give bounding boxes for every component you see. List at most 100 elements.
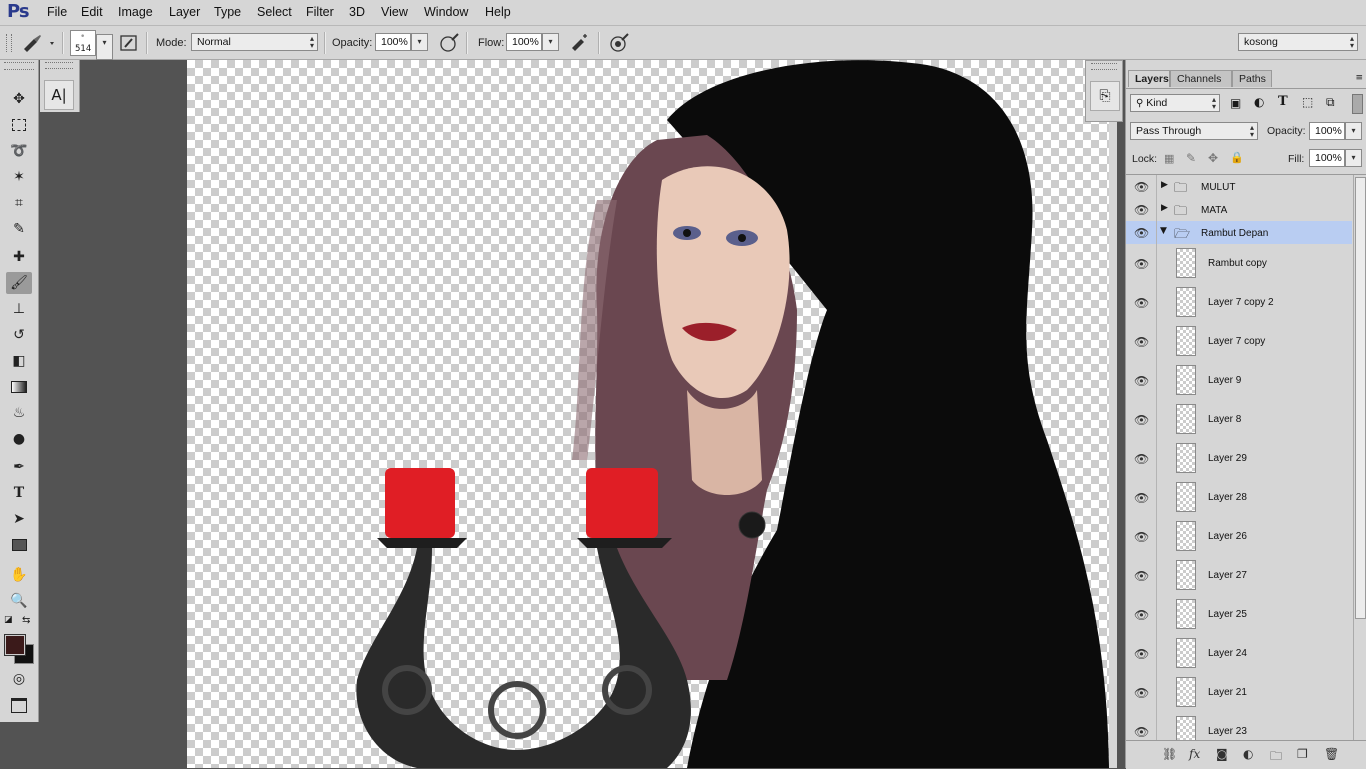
path-selection-tool[interactable]: ➤ xyxy=(6,508,32,530)
blur-tool[interactable]: ♨ xyxy=(6,402,32,424)
history-brush-tool[interactable]: ↺ xyxy=(6,324,32,346)
dodge-tool[interactable]: ● xyxy=(6,428,32,450)
visibility-eye-icon[interactable]: 👁 xyxy=(1134,452,1149,466)
blend-mode-select[interactable]: Pass Through ▴ ▾ xyxy=(1130,122,1258,140)
brush-panel-toggle[interactable] xyxy=(119,33,139,53)
flow-dropdown[interactable]: ▾ xyxy=(542,33,559,51)
visibility-eye-icon[interactable]: 👁 xyxy=(1134,608,1149,622)
image-filter-icon[interactable]: ▣ xyxy=(1230,96,1241,110)
fill-dropdown[interactable]: ▾ xyxy=(1345,149,1362,167)
brush-size-preview[interactable]: 514 • xyxy=(70,30,96,56)
pressure-opacity-toggle[interactable] xyxy=(438,32,460,54)
default-colors-icon[interactable]: ◪ xyxy=(4,615,13,625)
lock-all-icon[interactable]: 🔒 xyxy=(1230,151,1244,164)
layer-opacity-input[interactable]: 100% xyxy=(1309,122,1345,140)
visibility-eye-icon[interactable]: 👁 xyxy=(1134,296,1149,310)
visibility-eye-icon[interactable]: 👁 xyxy=(1134,569,1149,583)
new-layer-icon[interactable]: ❐ xyxy=(1297,747,1308,761)
layer-group-mata[interactable]: 👁 ▶ 🗀 MATA xyxy=(1126,198,1352,222)
menu-filter[interactable]: Filter xyxy=(306,5,334,19)
expand-arrow-icon[interactable]: ▶ xyxy=(1161,180,1168,190)
menu-select[interactable]: Select xyxy=(257,5,292,19)
adjustment-icon[interactable]: ◐ xyxy=(1243,747,1253,761)
tab-channels[interactable]: Channels xyxy=(1170,70,1232,87)
tool-preset-picker[interactable] xyxy=(20,33,56,53)
visibility-eye-icon[interactable]: 👁 xyxy=(1134,335,1149,349)
visibility-eye-icon[interactable]: 👁 xyxy=(1134,257,1149,271)
layer-row[interactable]: 👁 Layer 23 xyxy=(1126,712,1352,740)
visibility-eye-icon[interactable]: 👁 xyxy=(1134,725,1149,739)
magic-wand-tool[interactable]: ✶ xyxy=(6,166,32,188)
menu-window[interactable]: Window xyxy=(424,5,468,19)
swap-colors-icon[interactable]: ⇆ xyxy=(22,615,30,626)
opacity-dropdown[interactable]: ▾ xyxy=(411,33,428,51)
airbrush-toggle[interactable] xyxy=(569,32,591,54)
layer-row[interactable]: 👁 Layer 24 xyxy=(1126,634,1352,674)
panel-menu-icon[interactable]: ≡ xyxy=(1355,73,1363,83)
brush-picker-dropdown[interactable]: ▾ xyxy=(96,34,113,60)
visibility-eye-icon[interactable]: 👁 xyxy=(1134,203,1149,217)
adjustment-filter-icon[interactable]: ◐ xyxy=(1254,95,1264,109)
layer-row[interactable]: 👁 Layer 7 copy xyxy=(1126,322,1352,362)
layer-filter-select[interactable]: ⚲ Kind ▴ ▾ xyxy=(1130,94,1220,112)
lock-position-icon[interactable]: ✥ xyxy=(1208,151,1218,165)
visibility-eye-icon[interactable]: 👁 xyxy=(1134,530,1149,544)
lasso-tool[interactable]: ➰ xyxy=(6,140,32,162)
type-tool[interactable]: T xyxy=(6,482,32,504)
visibility-eye-icon[interactable]: 👁 xyxy=(1134,686,1149,700)
eraser-tool[interactable]: ◧ xyxy=(6,350,32,372)
screen-mode-tool[interactable] xyxy=(6,694,32,716)
expand-arrow-icon[interactable]: ▶ xyxy=(1161,203,1168,213)
workspace-select[interactable]: kosong ▴ ▾ xyxy=(1238,33,1358,51)
tab-layers[interactable]: Layers xyxy=(1128,70,1170,87)
visibility-eye-icon[interactable]: 👁 xyxy=(1134,374,1149,388)
menu-edit[interactable]: Edit xyxy=(81,5,103,19)
flow-input[interactable]: 100% xyxy=(506,33,542,51)
document-canvas[interactable] xyxy=(187,60,1109,768)
gradient-tool[interactable] xyxy=(6,376,32,398)
pen-tool[interactable]: ✒ xyxy=(6,456,32,478)
canvas-scrollbar[interactable] xyxy=(1109,60,1117,768)
layer-group-rambut-depan[interactable]: 👁 ▼ 🗁 Rambut Depan xyxy=(1126,221,1352,245)
layer-list-scrollbar[interactable] xyxy=(1353,175,1366,740)
clone-stamp-tool[interactable]: ⊥ xyxy=(6,298,32,320)
mode-select[interactable]: Normal ▴ ▾ xyxy=(191,33,318,51)
link-icon[interactable]: ⛓ xyxy=(1162,747,1177,761)
layer-row[interactable]: 👁 Layer 28 xyxy=(1126,478,1352,518)
hand-tool[interactable]: ✋ xyxy=(6,564,32,586)
trash-icon[interactable]: 🗑 xyxy=(1324,747,1339,761)
tab-paths[interactable]: Paths xyxy=(1232,70,1272,87)
zoom-tool[interactable]: 🔍 xyxy=(6,590,32,612)
visibility-eye-icon[interactable]: 👁 xyxy=(1134,226,1149,240)
layer-row[interactable]: 👁 Layer 7 copy 2 xyxy=(1126,283,1352,323)
shape-filter-icon[interactable]: ⬚ xyxy=(1302,95,1313,109)
layer-row[interactable]: 👁 Layer 21 xyxy=(1126,673,1352,713)
quick-mask-tool[interactable]: ◎ xyxy=(6,668,32,690)
layer-row[interactable]: 👁 Layer 29 xyxy=(1126,439,1352,479)
crop-tool[interactable]: ⌗ xyxy=(6,192,32,214)
visibility-eye-icon[interactable]: 👁 xyxy=(1134,491,1149,505)
menu-view[interactable]: View xyxy=(381,5,408,19)
fx-icon[interactable]: fx xyxy=(1189,747,1200,761)
foreground-color-swatch[interactable] xyxy=(4,634,26,656)
move-tool[interactable]: ✥ xyxy=(6,88,32,110)
filter-toggle[interactable] xyxy=(1352,94,1363,114)
pressure-size-toggle[interactable] xyxy=(608,32,630,54)
menu-3d[interactable]: 3D xyxy=(349,5,365,19)
shape-tool[interactable] xyxy=(6,534,32,556)
collapse-arrow-icon[interactable]: ▼ xyxy=(1160,226,1167,236)
layer-row[interactable]: 👁 Layer 25 xyxy=(1126,595,1352,635)
healing-brush-tool[interactable]: ✚ xyxy=(6,246,32,268)
layer-row[interactable]: 👁 Rambut copy xyxy=(1126,244,1352,284)
layer-row[interactable]: 👁 Layer 8 xyxy=(1126,400,1352,440)
smart-object-filter-icon[interactable]: ⧉ xyxy=(1326,95,1335,110)
eyedropper-tool[interactable]: ✎ xyxy=(6,218,32,240)
layer-row[interactable]: 👁 Layer 27 xyxy=(1126,556,1352,596)
type-filter-icon[interactable]: T xyxy=(1278,94,1288,109)
layer-opacity-dropdown[interactable]: ▾ xyxy=(1345,122,1362,140)
mask-icon[interactable]: ◙ xyxy=(1216,747,1228,761)
menu-help[interactable]: Help xyxy=(485,5,511,19)
opacity-input[interactable]: 100% xyxy=(375,33,411,51)
brush-tool[interactable]: 🖌 xyxy=(6,272,32,294)
visibility-eye-icon[interactable]: 👁 xyxy=(1134,180,1149,194)
